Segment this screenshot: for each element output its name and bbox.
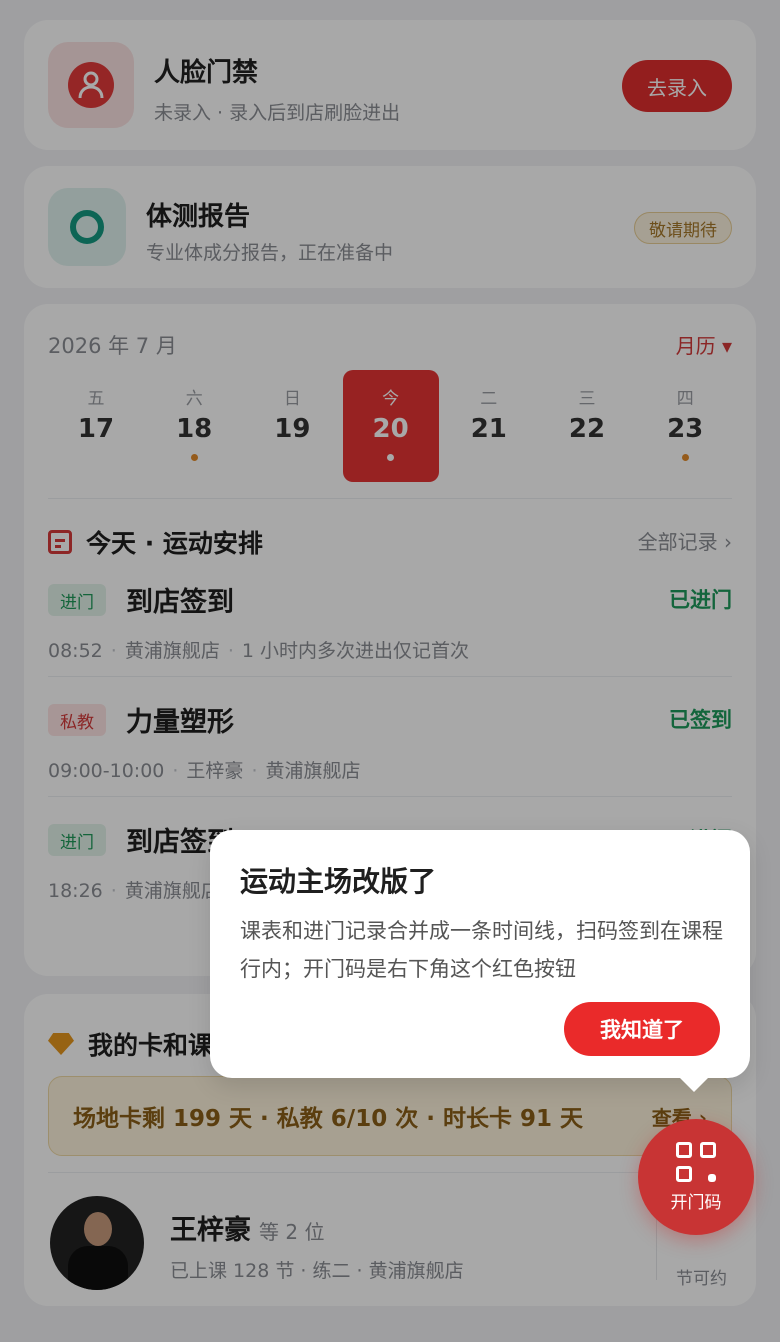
popover-title: 运动主场改版了 <box>240 865 437 898</box>
door-code-label: 开门码 <box>670 1192 722 1213</box>
qr-code-icon <box>676 1141 716 1182</box>
popover-body: 课表和进门记录合并成一条时间线，扫码签到在课程行内；开门码是右下角这个红色按钮 <box>240 919 723 981</box>
popover-arrow <box>680 1078 708 1092</box>
got-it-button[interactable]: 我知道了 <box>564 1002 720 1056</box>
door-code-button[interactable]: 开门码 <box>638 1119 754 1235</box>
redesign-tip-popover: 运动主场改版了 课表和进门记录合并成一条时间线，扫码签到在课程行内；开门码是右下… <box>210 830 750 1092</box>
